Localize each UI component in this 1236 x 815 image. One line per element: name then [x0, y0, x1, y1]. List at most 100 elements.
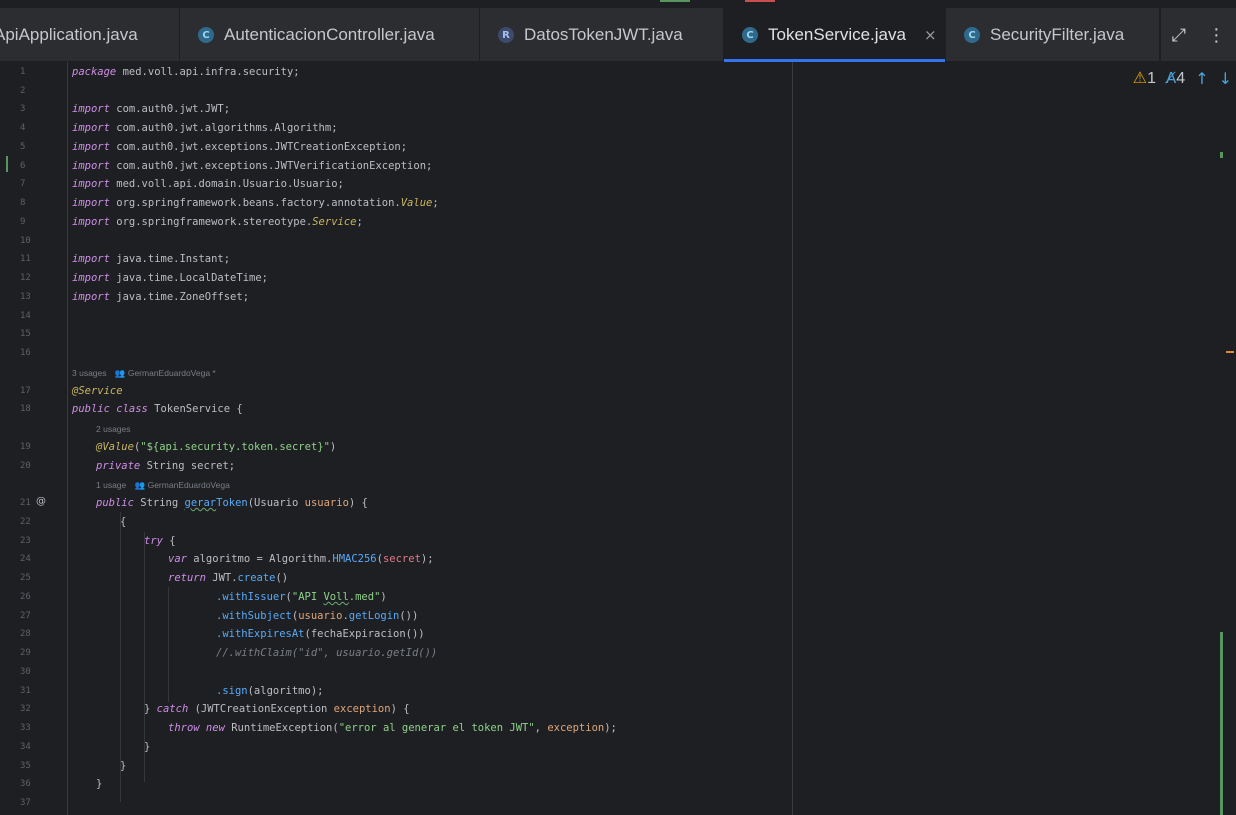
- line-number: 11: [20, 254, 31, 264]
- line-number: 25: [20, 573, 31, 583]
- code-line: import java.time.Instant;: [72, 253, 231, 265]
- tab-token-service[interactable]: C TokenService.java ×: [724, 8, 946, 62]
- class-icon: C: [742, 27, 758, 43]
- stop-indicator: [745, 0, 775, 2]
- code-line: import org.springframework.beans.factory…: [72, 197, 439, 209]
- code-area[interactable]: 1 2 3 4 5 6 7 8 9 10 11 12 13 14 15 16 1…: [0, 62, 792, 815]
- line-number: 24: [20, 554, 31, 564]
- line-number: 8: [20, 198, 26, 208]
- code-line: import org.springframework.stereotype.Se…: [72, 216, 363, 228]
- line-number: 16: [20, 348, 31, 358]
- run-indicator: [660, 0, 690, 2]
- code-line: private String secret;: [96, 460, 236, 472]
- line-number: 34: [20, 742, 31, 752]
- line-number: 14: [20, 311, 31, 321]
- line-number: 37: [20, 798, 31, 808]
- line-number: 27: [20, 611, 31, 621]
- line-number: 36: [20, 779, 31, 789]
- code-line: .withExpiresAt(fechaExpiracion()): [216, 628, 425, 640]
- warning-icon: ⚠: [1132, 68, 1148, 87]
- tab-label: AutenticacionController.java: [224, 25, 435, 44]
- maximize-icon[interactable]: ⤢: [1172, 25, 1186, 46]
- line-number: 2: [20, 86, 26, 96]
- tab-label: DatosTokenJWT.java: [524, 25, 683, 44]
- typo-icon: A̸: [1166, 68, 1177, 87]
- usages-hint[interactable]: 1 usage 👥 GermanEduardoVega: [96, 480, 230, 491]
- line-number: 26: [20, 592, 31, 602]
- line-number: 4: [20, 123, 26, 133]
- typos-counter[interactable]: A̸4: [1166, 69, 1185, 88]
- next-highlight-icon[interactable]: ↓: [1219, 69, 1232, 88]
- editor-right-area: ⚠1 A̸4 ↑ ↓: [793, 62, 1236, 815]
- line-number: 30: [20, 667, 31, 677]
- code-line: throw new RuntimeException("error al gen…: [168, 722, 617, 734]
- code-line: }: [144, 741, 151, 753]
- line-number: 20: [20, 461, 31, 471]
- line-number: 21: [20, 498, 31, 508]
- implements-marker-icon[interactable]: @: [36, 496, 46, 507]
- close-icon[interactable]: ×: [924, 26, 937, 44]
- code-line: import java.time.ZoneOffset;: [72, 291, 250, 303]
- code-line: .sign(algoritmo);: [216, 685, 324, 697]
- code-editor[interactable]: 1 2 3 4 5 6 7 8 9 10 11 12 13 14 15 16 1…: [0, 62, 792, 815]
- code-line: import com.auth0.jwt.JWT;: [72, 103, 231, 115]
- tab-label: ApiApplication.java: [0, 25, 138, 44]
- code-line: }: [120, 760, 127, 772]
- previous-highlight-icon[interactable]: ↑: [1195, 69, 1208, 88]
- more-vertical-icon[interactable]: ⋮: [1207, 25, 1225, 46]
- change-stripe[interactable]: [1220, 632, 1223, 815]
- code-line: //.withClaim("id", usuario.getId()): [216, 647, 438, 659]
- tab-security-filter[interactable]: C SecurityFilter.java: [946, 8, 1160, 62]
- code-line: var algoritmo = Algorithm.HMAC256(secret…: [168, 553, 434, 565]
- code-line: @Value("${api.security.token.secret}"): [96, 441, 337, 453]
- line-number: 23: [20, 536, 31, 546]
- line-number: 15: [20, 329, 31, 339]
- code-line: public class TokenService {: [72, 403, 243, 415]
- line-number: 9: [20, 217, 26, 227]
- line-number: 19: [20, 442, 31, 452]
- code-line: try {: [144, 535, 176, 547]
- tab-tools: ⤢ ⋮: [1160, 8, 1236, 62]
- usages-hint[interactable]: 2 usages: [96, 424, 131, 434]
- code-line: {: [120, 516, 127, 528]
- usages-hint[interactable]: 3 usages 👥 GermanEduardoVega *: [72, 368, 216, 379]
- code-line: import com.auth0.jwt.exceptions.JWTVerif…: [72, 160, 433, 172]
- line-number: 35: [20, 761, 31, 771]
- code-line: import com.auth0.jwt.exceptions.JWTCreat…: [72, 141, 408, 153]
- code-line: @Service: [72, 385, 123, 397]
- line-number: 32: [20, 704, 31, 714]
- tab-autenticacion-controller[interactable]: C AutenticacionController.java: [180, 8, 480, 62]
- tab-datos-token-jwt[interactable]: R DatosTokenJWT.java: [480, 8, 724, 62]
- line-number: 31: [20, 686, 31, 696]
- class-icon: C: [198, 27, 214, 43]
- line-number: 12: [20, 273, 31, 283]
- warnings-counter[interactable]: ⚠1: [1133, 68, 1156, 88]
- line-number: 5: [20, 142, 26, 152]
- line-number: 13: [20, 292, 31, 302]
- line-number: 10: [20, 236, 31, 246]
- code-line: public String gerarToken(Usuario usuario…: [96, 497, 368, 509]
- code-line: return JWT.create(): [168, 572, 289, 584]
- tab-label: TokenService.java: [768, 25, 906, 44]
- code-line: import med.voll.api.domain.Usuario.Usuar…: [72, 178, 344, 190]
- line-number: 33: [20, 723, 31, 733]
- tab-api-application[interactable]: ApiApplication.java: [0, 8, 180, 62]
- vertical-scrollbar[interactable]: [1232, 82, 1236, 642]
- line-number: 7: [20, 179, 26, 189]
- code-line: import java.time.LocalDateTime;: [72, 272, 268, 284]
- code-line: }: [96, 778, 103, 790]
- record-icon: R: [498, 27, 514, 43]
- editor-tab-bar: ApiApplication.java C AutenticacionContr…: [0, 8, 1236, 62]
- author-icon: 👥: [134, 480, 146, 490]
- code-line: .withSubject(usuario.getLogin()): [216, 610, 419, 622]
- code-line: package med.voll.api.infra.security;: [72, 66, 300, 78]
- inspections-widget[interactable]: ⚠1 A̸4 ↑ ↓: [1133, 68, 1232, 88]
- line-number: 28: [20, 629, 31, 639]
- change-stripe[interactable]: [1220, 152, 1223, 158]
- class-icon: C: [964, 27, 980, 43]
- tab-label: SecurityFilter.java: [990, 25, 1125, 44]
- author-icon: 👥: [114, 368, 126, 378]
- line-number: 3: [20, 104, 26, 114]
- line-number: 1: [20, 67, 26, 77]
- top-strip: [0, 0, 1236, 8]
